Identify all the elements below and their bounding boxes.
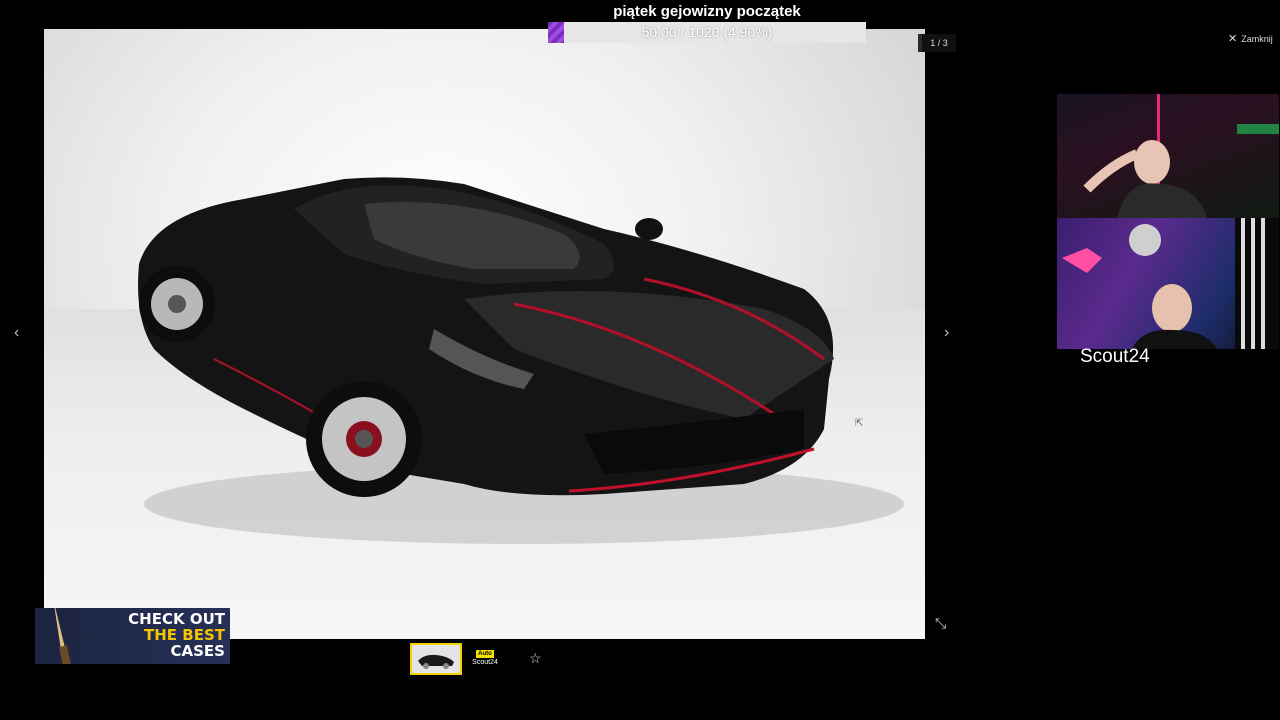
goal-title: piątek gejowizny początek xyxy=(613,3,801,20)
ad-line-1: CHECK OUT xyxy=(128,610,225,628)
chevron-left-icon: ‹ xyxy=(14,324,20,341)
brand-name: Scout24 xyxy=(472,659,498,666)
webcam-feed-bottom xyxy=(1057,218,1279,349)
close-icon: ✕ xyxy=(1228,33,1238,45)
ad-line-2: THE BEST xyxy=(144,626,225,644)
ad-line-3: CASES xyxy=(170,642,225,660)
ad-banner[interactable]: CHECK OUT THE BEST CASES xyxy=(35,608,230,664)
compress-icon: ⤡ xyxy=(935,615,947,631)
mouse-cursor-icon: ⇱ xyxy=(855,418,864,429)
autoscout24-logo[interactable]: Auto Scout24 xyxy=(470,650,500,670)
webcam-username: Scout24 xyxy=(1080,346,1150,367)
car-illustration xyxy=(138,177,904,544)
previous-image-button[interactable]: ‹ xyxy=(14,324,19,342)
fullscreen-toggle-button[interactable]: ⤡ xyxy=(935,615,946,632)
webcam-person-bottom xyxy=(1062,218,1279,349)
image-thumbnail[interactable] xyxy=(410,643,462,675)
next-image-button[interactable]: › xyxy=(944,324,949,342)
main-photo xyxy=(44,29,925,639)
brand-badge: Auto xyxy=(476,650,494,658)
webcam-person-top xyxy=(1083,94,1279,218)
chevron-right-icon: › xyxy=(944,324,950,341)
ad-text: CHECK OUT THE BEST CASES xyxy=(121,611,225,659)
image-counter: 1 / 3 xyxy=(918,34,956,52)
webcam-feed-top xyxy=(1057,94,1279,218)
star-icon: ☆ xyxy=(529,650,542,666)
thumbnail-car-image xyxy=(412,645,460,673)
close-label: Zamknij xyxy=(1241,33,1273,44)
knife-icon xyxy=(54,608,72,664)
goal-progress-text: 50.00 / 1020 (4.90%) xyxy=(641,24,773,40)
favorite-button[interactable]: ☆ xyxy=(529,650,542,667)
close-button[interactable]: ✕ Zamknij xyxy=(1228,32,1273,45)
goal-progress-bar: 50.00 / 1020 (4.90%) xyxy=(548,22,866,43)
